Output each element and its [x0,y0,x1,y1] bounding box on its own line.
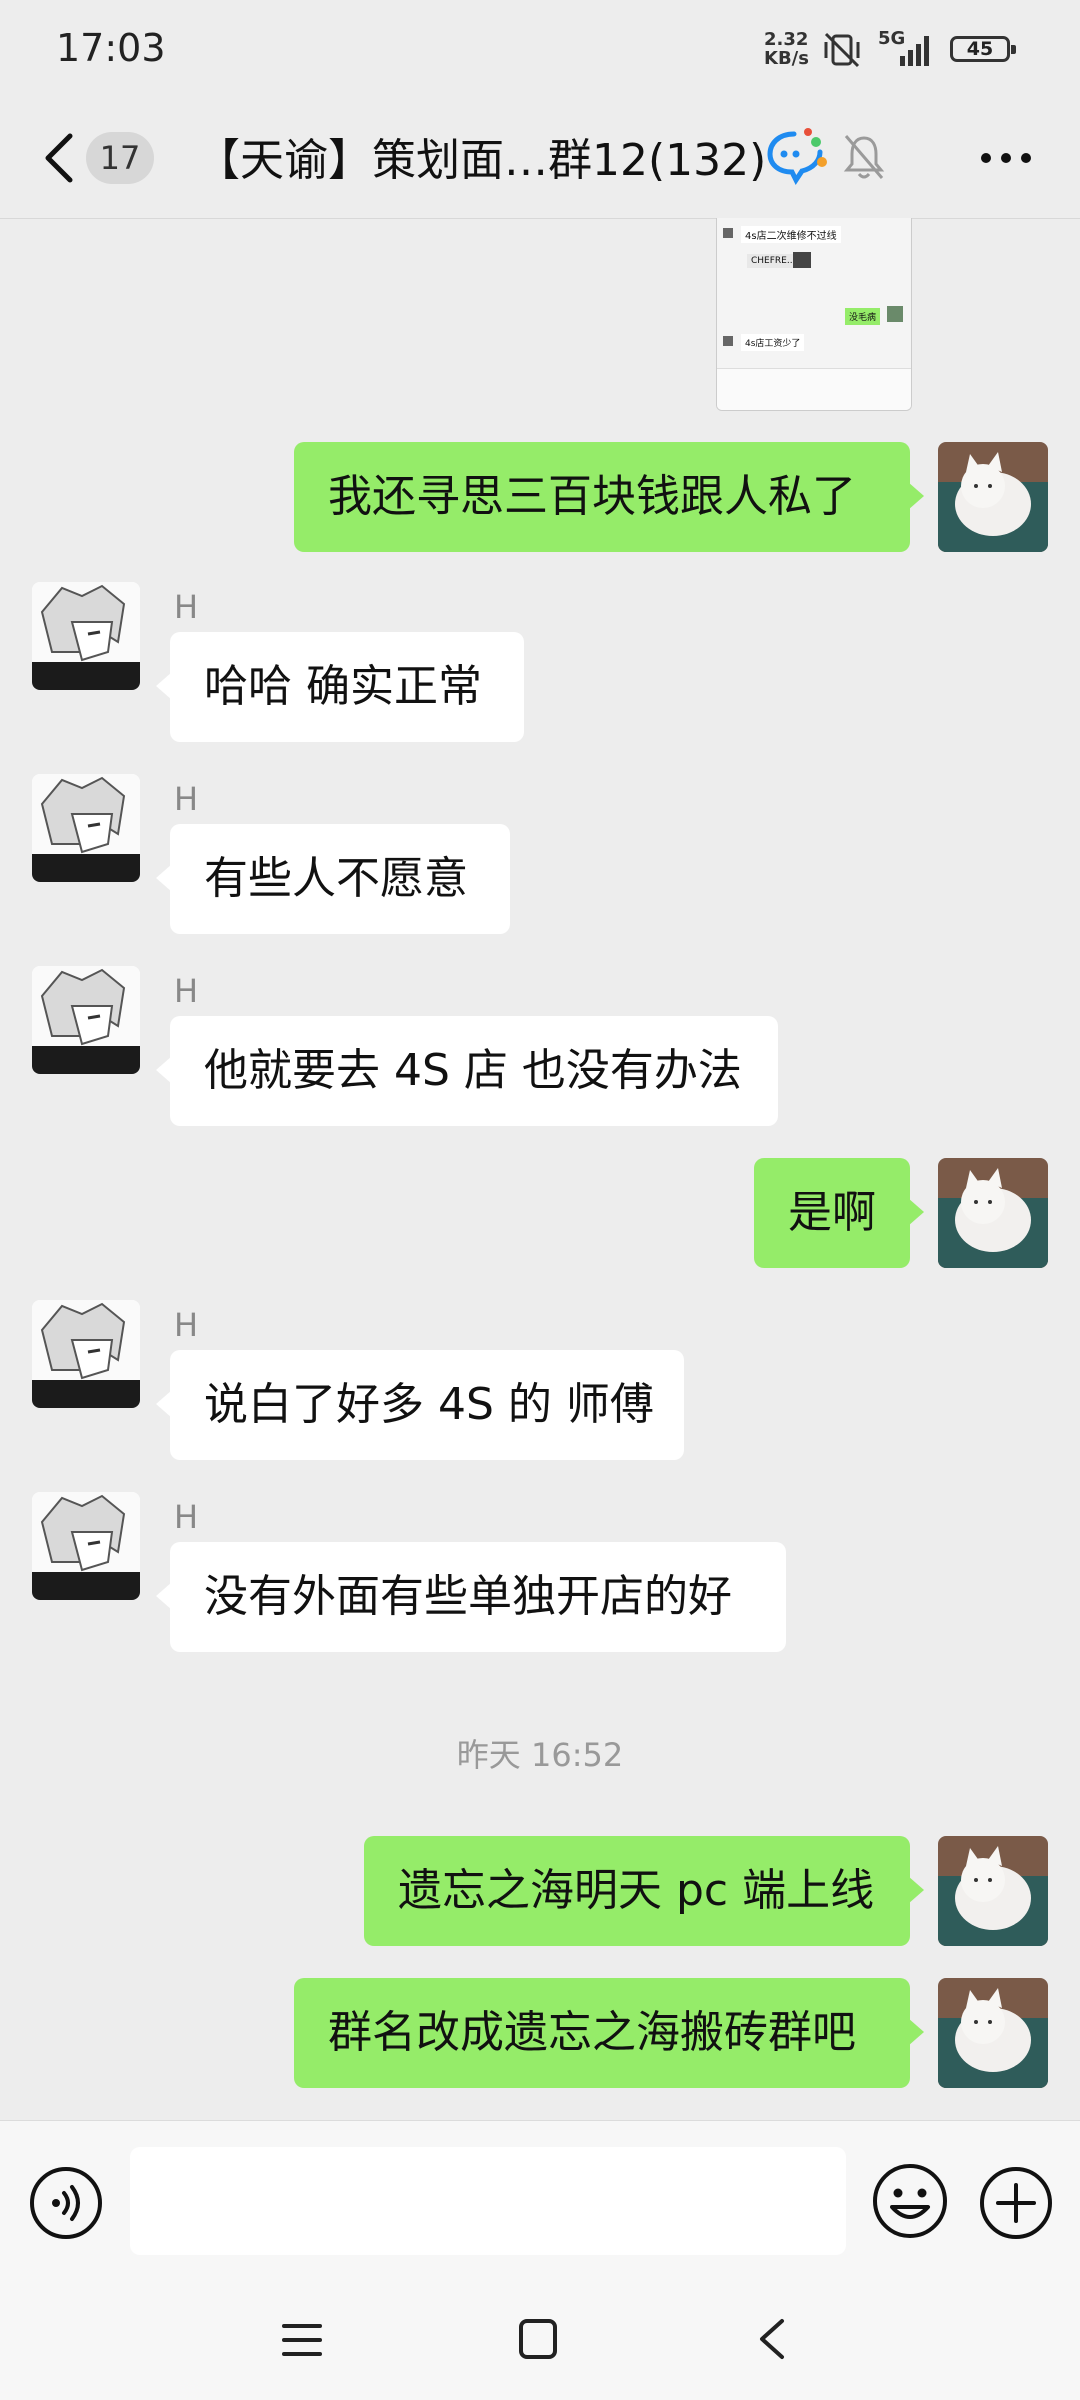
plus-icon [980,2167,1052,2239]
avatar-h[interactable] [32,582,140,690]
more-dots-icon [981,153,1031,163]
emoji-button[interactable] [870,2161,950,2241]
message-bubble-other[interactable]: 他就要去 4S 店 也没有办法 [156,1016,778,1126]
recent-apps-button[interactable] [280,2320,324,2360]
anime-avatar-image [32,966,140,1074]
sender-name: H [174,972,199,1010]
sender-name: H [174,1498,199,1536]
avatar-h[interactable] [32,1492,140,1600]
avatar-h[interactable] [32,966,140,1074]
anime-avatar-image [32,582,140,690]
signal-icon [900,36,929,66]
message-bubble-self[interactable]: 是啊 [754,1158,924,1268]
sender-name: H [174,588,199,626]
chat-header: 17 【天谕】策划面…群12(132) [0,100,1080,219]
thumb-bottom-bar [717,368,911,410]
plus-button[interactable] [978,2165,1054,2241]
avatar-h[interactable] [32,774,140,882]
system-back-button[interactable] [752,2316,792,2362]
thumb-text-3: 没毛病 [845,308,881,325]
message-timestamp: 昨天 16:52 [456,1736,624,1774]
message-bubble-self[interactable]: 群名改成遗忘之海搬砖群吧 [294,1978,924,2088]
chevron-left-icon [760,2319,784,2359]
status-bar: 17:03 2.32 KB/s 5G 45 [0,0,1080,100]
voice-button[interactable] [28,2165,104,2241]
cat-avatar-image [938,1978,1048,2088]
sender-name: H [174,1306,199,1344]
net-speed-value: 2.32 [764,29,809,50]
battery-indicator: 45 [950,36,1016,62]
anime-avatar-image [32,1300,140,1408]
input-bar [0,2120,1080,2281]
anime-avatar-image [32,774,140,882]
cat-avatar-image [938,442,1048,552]
cat-avatar-image [938,1836,1048,1946]
avatar-self[interactable] [938,1978,1048,2088]
vibrate-off-icon [824,32,860,68]
home-button[interactable] [516,2316,560,2362]
system-nav-bar [0,2280,1080,2400]
unread-count-badge[interactable]: 17 [86,132,154,184]
thumb-avatar-2 [723,336,733,346]
chat-title[interactable]: 【天谕】策划面…群12(132) [196,124,766,188]
thumb-avatar [723,228,733,238]
emoji-icon [873,2164,947,2238]
thumb-self-avatar [887,306,903,322]
message-bubble-self[interactable]: 遗忘之海明天 pc 端上线 [364,1836,924,1946]
image-message-thumbnail[interactable]: 4s店二次维修不过线 CHEFRE...E 没毛病 4s店工资少了 [716,218,912,411]
more-button[interactable] [976,138,1036,178]
cat-avatar-image [938,1158,1048,1268]
voice-icon [30,2167,102,2239]
net-speed: 2.32 KB/s [764,30,809,68]
clock: 17:03 [56,26,166,70]
chevron-left-icon [45,133,73,183]
bell-off-icon [843,135,885,179]
message-bubble-other[interactable]: 有些人不愿意 [156,824,510,934]
anime-avatar-image [32,1492,140,1600]
chat-bubble-icon[interactable] [766,128,828,186]
message-bubble-other[interactable]: 说白了好多 4S 的 师傅 [156,1350,684,1460]
avatar-self[interactable] [938,442,1048,552]
net-speed-unit: KB/s [764,48,809,69]
avatar-self[interactable] [938,1158,1048,1268]
avatar-self[interactable] [938,1836,1048,1946]
thumb-text-1: 4s店二次维修不过线 [741,226,841,243]
message-input[interactable] [130,2147,846,2255]
square-icon [519,2319,557,2359]
thumb-image [793,252,811,268]
back-button[interactable] [36,128,86,188]
message-bubble-other[interactable]: 哈哈 确实正常 [156,632,524,742]
avatar-h[interactable] [32,1300,140,1408]
thumb-text-4: 4s店工资少了 [741,334,805,351]
message-bubble-self[interactable]: 我还寻思三百块钱跟人私了 [294,442,924,552]
menu-lines-icon [282,2324,322,2356]
message-list[interactable]: 4s店二次维修不过线 CHEFRE...E 没毛病 4s店工资少了 我还寻思三百… [0,218,1080,2120]
message-bubble-other[interactable]: 没有外面有些单独开店的好 [156,1542,786,1652]
sender-name: H [174,780,199,818]
